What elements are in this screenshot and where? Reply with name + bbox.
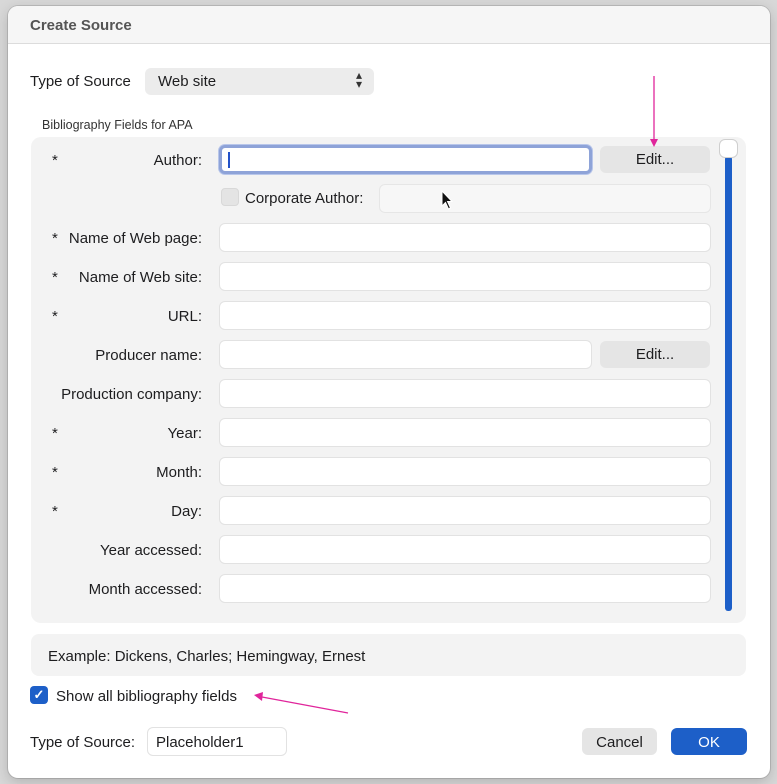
required-marker: * — [52, 425, 58, 442]
producer-name-input[interactable] — [219, 340, 592, 369]
bibliography-fields-heading: Bibliography Fields for APA — [42, 118, 193, 132]
type-of-source-select[interactable]: Web site ▴ ▾ — [145, 68, 374, 95]
fields-scrollbar-thumb[interactable] — [719, 139, 738, 158]
ok-button[interactable]: OK — [671, 728, 747, 755]
year-accessed-input[interactable] — [219, 535, 711, 564]
producer-name-edit-button[interactable]: Edit... — [600, 341, 710, 368]
month-input[interactable] — [219, 457, 711, 486]
day-label: Day: — [171, 503, 202, 520]
show-all-fields-label[interactable]: Show all bibliography fields — [56, 688, 237, 705]
author-edit-button[interactable]: Edit... — [600, 146, 710, 173]
title-bar: Create Source — [8, 6, 770, 44]
text-caret — [228, 152, 230, 168]
author-label: Author: — [153, 152, 202, 169]
year-accessed-label: Year accessed: — [99, 542, 202, 559]
production-company-label: Production company: — [61, 386, 202, 403]
year-input[interactable] — [219, 418, 711, 447]
name-of-web-page-label: Name of Web page: — [68, 230, 202, 247]
example-box: Example: Dickens, Charles; Hemingway, Er… — [31, 634, 746, 676]
checkmark-icon: ✓ — [33, 687, 45, 702]
required-marker: * — [52, 464, 58, 481]
tag-name-input[interactable]: Placeholder1 — [147, 727, 287, 756]
dialog-title: Create Source — [30, 17, 132, 34]
cancel-button[interactable]: Cancel — [582, 728, 657, 755]
required-marker: * — [52, 230, 58, 247]
required-marker: * — [52, 503, 58, 520]
example-text: Example: Dickens, Charles; Hemingway, Er… — [48, 648, 366, 665]
url-label: URL: — [167, 308, 202, 325]
corporate-author-input[interactable] — [379, 184, 711, 213]
corporate-author-label: Corporate Author: — [245, 190, 364, 207]
year-label: Year: — [167, 425, 202, 442]
author-input[interactable] — [219, 145, 592, 174]
type-of-source-label: Type of Source — [30, 73, 131, 90]
day-input[interactable] — [219, 496, 711, 525]
production-company-input[interactable] — [219, 379, 711, 408]
create-source-dialog: Create Source Type of Source Web site ▴ ▾… — [8, 6, 770, 778]
chevron-up-down-icon: ▴ ▾ — [355, 68, 363, 91]
show-all-fields-checkbox[interactable]: ✓ — [30, 686, 48, 704]
required-marker: * — [52, 269, 58, 286]
url-input[interactable] — [219, 301, 711, 330]
tag-name-label: Type of Source: — [30, 734, 136, 751]
required-marker: * — [52, 308, 58, 325]
month-accessed-input[interactable] — [219, 574, 711, 603]
name-of-web-site-label: Name of Web site: — [78, 269, 202, 286]
month-accessed-label: Month accessed: — [88, 581, 202, 598]
required-marker: * — [52, 152, 58, 169]
type-of-source-value: Web site — [158, 73, 217, 90]
corporate-author-checkbox[interactable] — [221, 188, 239, 206]
producer-name-label: Producer name: — [95, 347, 202, 364]
name-of-web-page-input[interactable] — [219, 223, 711, 252]
name-of-web-site-input[interactable] — [219, 262, 711, 291]
fields-scrollbar[interactable] — [725, 156, 732, 611]
month-label: Month: — [156, 464, 202, 481]
